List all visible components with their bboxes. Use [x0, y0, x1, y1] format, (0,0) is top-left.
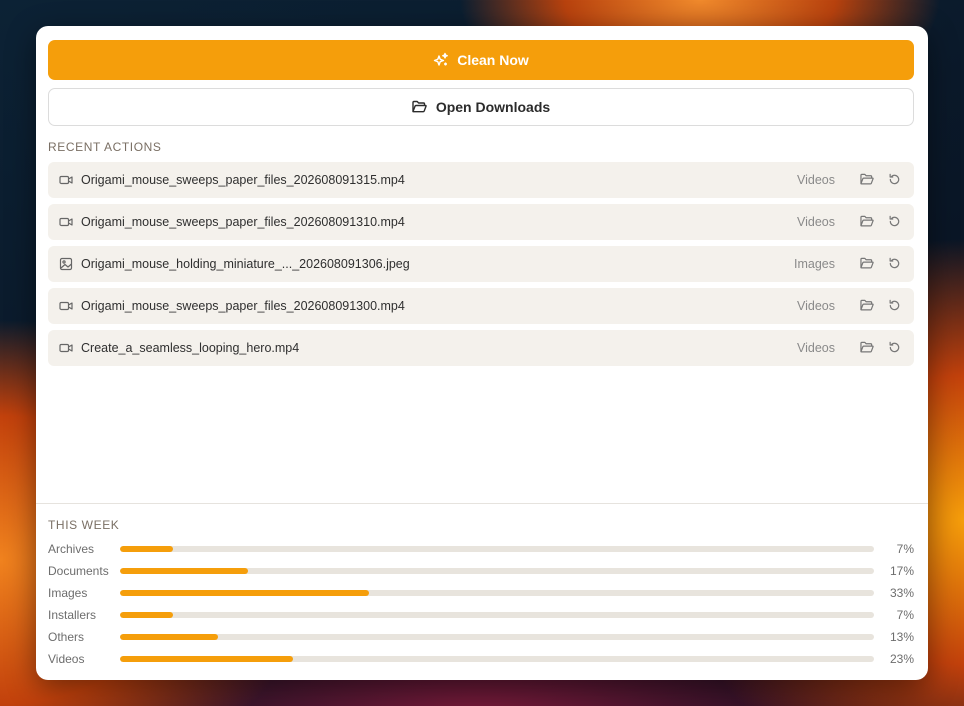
stat-bar-fill	[120, 612, 173, 618]
video-icon	[59, 173, 73, 187]
stat-bar-track	[120, 590, 874, 596]
list-item[interactable]: Create_a_seamless_looping_hero.mp4 Videos	[48, 330, 914, 366]
file-category: Images	[794, 257, 835, 271]
stat-bar-fill	[120, 590, 369, 596]
undo-icon[interactable]	[888, 215, 902, 229]
file-name: Origami_mouse_sweeps_paper_files_2026080…	[81, 215, 405, 229]
stat-percent: 13%	[889, 630, 914, 644]
clean-now-button[interactable]: Clean Now	[48, 40, 914, 80]
stat-bar-track	[120, 656, 874, 662]
stat-label: Others	[48, 630, 85, 644]
stat-label: Installers	[48, 608, 97, 622]
list-item[interactable]: Origami_mouse_sweeps_paper_files_2026080…	[48, 204, 914, 240]
list-item[interactable]: Origami_mouse_sweeps_paper_files_2026080…	[48, 162, 914, 198]
undo-icon[interactable]	[888, 299, 902, 313]
folder-icon[interactable]	[860, 215, 874, 229]
file-category: Videos	[797, 341, 835, 355]
video-icon	[59, 215, 73, 229]
file-category: Videos	[797, 215, 835, 229]
stat-row: Installers 7%	[48, 604, 914, 626]
stat-percent: 7%	[896, 542, 914, 556]
file-name: Create_a_seamless_looping_hero.mp4	[81, 341, 300, 355]
stat-bar-fill	[120, 568, 249, 574]
stat-bar-fill	[120, 634, 219, 640]
stat-row: Archives 7%	[48, 538, 914, 560]
stat-bar-track	[120, 612, 874, 618]
image-icon	[59, 257, 73, 271]
file-name: Origami_mouse_sweeps_paper_files_2026080…	[81, 299, 405, 313]
recent-actions-heading: RECENT ACTIONS	[48, 140, 162, 154]
section-divider	[36, 503, 928, 504]
video-icon	[59, 299, 73, 313]
stat-row: Videos 23%	[48, 648, 914, 670]
stat-label: Images	[48, 586, 88, 600]
folder-open-icon	[412, 100, 427, 114]
folder-icon[interactable]	[860, 173, 874, 187]
file-name: Origami_mouse_sweeps_paper_files_2026080…	[81, 173, 405, 187]
open-downloads-button[interactable]: Open Downloads	[48, 88, 914, 126]
recent-actions-list: Origami_mouse_sweeps_paper_files_2026080…	[48, 162, 914, 372]
stat-percent: 23%	[889, 652, 914, 666]
file-name: Origami_mouse_holding_miniature_..._2026…	[81, 257, 410, 271]
folder-icon[interactable]	[860, 257, 874, 271]
folder-icon[interactable]	[860, 341, 874, 355]
stat-label: Documents	[48, 564, 109, 578]
clean-now-label: Clean Now	[457, 52, 529, 68]
stat-label: Videos	[48, 652, 85, 666]
stat-percent: 7%	[896, 608, 914, 622]
file-category: Videos	[797, 173, 835, 187]
cleaner-panel: Clean Now Open Downloads RECENT ACTIONS …	[36, 26, 928, 680]
video-icon	[59, 341, 73, 355]
folder-icon[interactable]	[860, 299, 874, 313]
undo-icon[interactable]	[888, 173, 902, 187]
weekly-stats: Archives 7% Documents 17% Images 33% Installer…	[48, 538, 914, 670]
stat-row: Documents 17%	[48, 560, 914, 582]
file-category: Videos	[797, 299, 835, 313]
list-item[interactable]: Origami_mouse_holding_miniature_..._2026…	[48, 246, 914, 282]
stat-row: Images 33%	[48, 582, 914, 604]
stat-bar-track	[120, 568, 874, 574]
stat-bar-fill	[120, 546, 173, 552]
undo-icon[interactable]	[888, 341, 902, 355]
list-item[interactable]: Origami_mouse_sweeps_paper_files_2026080…	[48, 288, 914, 324]
sparkles-icon	[433, 52, 449, 68]
stat-bar-fill	[120, 656, 294, 662]
stat-percent: 17%	[889, 564, 914, 578]
stat-label: Archives	[48, 542, 95, 556]
open-downloads-label: Open Downloads	[435, 99, 551, 115]
stat-bar-track	[120, 546, 874, 552]
this-week-heading: THIS WEEK	[48, 518, 120, 532]
stat-percent: 33%	[889, 586, 914, 600]
undo-icon[interactable]	[888, 257, 902, 271]
stat-bar-track	[120, 634, 874, 640]
stat-row: Others 13%	[48, 626, 914, 648]
